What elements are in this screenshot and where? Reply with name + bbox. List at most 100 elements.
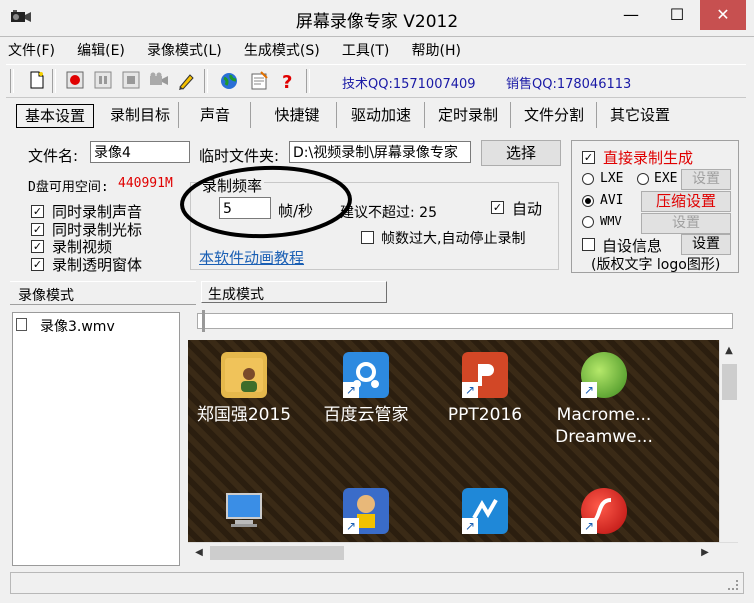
list-item[interactable]: 录像3.wmv bbox=[16, 316, 166, 335]
tech-qq-link[interactable]: 技术QQ:1571007409 bbox=[342, 73, 476, 92]
file-name: 录像3.wmv bbox=[40, 319, 115, 335]
shortcut-arrow-icon: ↗ bbox=[581, 518, 597, 534]
menu-edit[interactable]: 编辑(E) bbox=[77, 40, 125, 62]
record-icon[interactable] bbox=[64, 70, 86, 92]
compress-settings-button[interactable]: 压缩设置 bbox=[641, 191, 731, 212]
checkbox-direct-record[interactable]: ✓ bbox=[582, 151, 595, 164]
exe-settings-button[interactable]: 设置 bbox=[681, 169, 731, 190]
app-blue-icon: ↗ bbox=[462, 488, 508, 534]
checkbox-record-transparent[interactable]: ✓ bbox=[31, 258, 44, 271]
sales-qq-link[interactable]: 销售QQ:178046113 bbox=[506, 73, 631, 92]
minimize-button[interactable]: — bbox=[608, 0, 654, 30]
menu-file[interactable]: 文件(F) bbox=[8, 40, 55, 62]
filename-input[interactable]: 录像4 bbox=[90, 141, 190, 163]
generate-mode-tab[interactable]: 生成模式 bbox=[201, 281, 387, 303]
checkbox-record-sound[interactable]: ✓ bbox=[31, 205, 44, 218]
wmv-settings-button[interactable]: 设置 bbox=[641, 213, 731, 234]
recording-file-list[interactable]: 录像3.wmv bbox=[12, 312, 180, 566]
tab-file-split[interactable]: 文件分割 bbox=[512, 102, 597, 128]
filename-label: 文件名: bbox=[28, 147, 79, 165]
tab-other-settings[interactable]: 其它设置 bbox=[598, 102, 682, 128]
desktop-icon-avatar[interactable]: ↗ bbox=[306, 488, 426, 540]
menu-record-mode[interactable]: 录像模式(L) bbox=[147, 40, 222, 62]
menu-generate-mode[interactable]: 生成模式(S) bbox=[244, 40, 320, 62]
direct-record-label: 直接录制生成 bbox=[603, 149, 694, 167]
toolbar-separator bbox=[204, 69, 208, 93]
powerpoint-icon: ↗ bbox=[462, 352, 508, 398]
checkbox-auto-fps[interactable]: ✓ bbox=[491, 201, 504, 214]
tab-scheduled-record[interactable]: 定时录制 bbox=[426, 102, 511, 128]
desktop-icon-flash[interactable]: ↗ bbox=[544, 488, 664, 540]
custom-info-settings-button[interactable]: 设置 bbox=[681, 234, 731, 255]
disk-space-value: 440991M bbox=[118, 176, 173, 191]
record-mode-label: 录像模式 bbox=[18, 288, 74, 304]
avatar-shield-icon: ↗ bbox=[343, 488, 389, 534]
checkbox-record-cursor[interactable]: ✓ bbox=[31, 223, 44, 236]
checkbox-custom-info[interactable] bbox=[582, 238, 595, 251]
close-button[interactable]: ✕ bbox=[700, 0, 746, 30]
desktop-icon-blue-app[interactable]: ↗ bbox=[425, 488, 545, 540]
desktop-icon-user-folder[interactable]: 郑国强2015 bbox=[188, 352, 304, 426]
lxe-label: LXE bbox=[600, 171, 624, 186]
pause-icon[interactable] bbox=[92, 70, 114, 92]
stop-icon[interactable] bbox=[120, 70, 142, 92]
tab-sound[interactable]: 声音 bbox=[180, 102, 251, 128]
tab-basic-settings[interactable]: 基本设置 bbox=[16, 104, 94, 128]
scroll-left-icon[interactable]: ◀ bbox=[190, 544, 208, 562]
new-file-icon[interactable] bbox=[26, 70, 48, 92]
shortcut-arrow-icon: ↗ bbox=[462, 382, 478, 398]
preview-vertical-scrollbar[interactable]: ▲ bbox=[719, 340, 739, 542]
maximize-button[interactable]: ☐ bbox=[654, 0, 700, 30]
camera-icon[interactable] bbox=[148, 70, 170, 92]
exe-label: EXE bbox=[654, 171, 678, 186]
checkbox-auto-stop[interactable] bbox=[361, 231, 374, 244]
tab-driver-accel[interactable]: 驱动加速 bbox=[338, 102, 425, 128]
scroll-right-icon[interactable]: ▶ bbox=[696, 544, 714, 562]
pencil-icon[interactable] bbox=[176, 70, 198, 92]
screen-preview: 郑国强2015 ↗ 百度云管家 ↗ PPT2016 ↗ Macrome... D… bbox=[188, 340, 719, 542]
radio-avi[interactable] bbox=[582, 195, 594, 207]
wmv-label: WMV bbox=[600, 214, 622, 228]
avi-label: AVI bbox=[600, 193, 624, 208]
radio-wmv[interactable] bbox=[582, 216, 594, 228]
scroll-up-icon[interactable]: ▲ bbox=[720, 342, 738, 360]
desktop-icon-computer[interactable] bbox=[188, 488, 304, 540]
shortcut-arrow-icon: ↗ bbox=[581, 382, 597, 398]
record-mode-tab[interactable]: 录像模式 bbox=[10, 281, 196, 305]
auto-fps-label: 自动 bbox=[512, 200, 543, 218]
menu-bar: 文件(F) 编辑(E) 录像模式(L) 生成模式(S) 工具(T) 帮助(H) bbox=[8, 40, 479, 62]
tutorial-link[interactable]: 本软件动画教程 bbox=[199, 247, 304, 268]
checkbox-record-video[interactable]: ✓ bbox=[31, 240, 44, 253]
custom-info-label: 自设信息 bbox=[602, 237, 663, 255]
status-bar bbox=[10, 572, 744, 594]
tempdir-input[interactable]: D:\视频录制\屏幕录像专家 bbox=[289, 141, 471, 163]
globe-icon[interactable] bbox=[218, 70, 240, 92]
tab-record-target[interactable]: 录制目标 bbox=[102, 102, 179, 128]
svg-text:?: ? bbox=[282, 72, 292, 91]
browse-button[interactable]: 选择 bbox=[481, 140, 561, 166]
desktop-icon-ppt[interactable]: ↗ PPT2016 bbox=[425, 352, 545, 426]
desktop-icon-label: 百度云管家 bbox=[323, 405, 409, 425]
desktop-icon-label: PPT2016 bbox=[447, 405, 523, 425]
desktop-icon-dreamweaver[interactable]: ↗ Macrome... Dreamwe... bbox=[544, 352, 664, 448]
preview-slider-handle[interactable] bbox=[202, 310, 205, 332]
notepad-icon[interactable] bbox=[248, 70, 270, 92]
desktop-icon-baidu-cloud[interactable]: ↗ 百度云管家 bbox=[306, 352, 426, 426]
shortcut-arrow-icon: ↗ bbox=[462, 518, 478, 534]
preview-horizontal-scrollbar[interactable]: ◀ ▶ bbox=[188, 542, 738, 563]
flash-icon: ↗ bbox=[581, 488, 627, 534]
menu-help[interactable]: 帮助(H) bbox=[412, 40, 461, 62]
toolbar-separator bbox=[306, 69, 310, 93]
vertical-scroll-thumb[interactable] bbox=[722, 364, 737, 400]
horizontal-scroll-thumb[interactable] bbox=[210, 546, 344, 560]
menu-tools[interactable]: 工具(T) bbox=[342, 40, 389, 62]
computer-icon bbox=[221, 488, 267, 534]
resize-grip-icon[interactable] bbox=[728, 580, 738, 590]
radio-exe[interactable] bbox=[637, 173, 649, 185]
folder-user-icon bbox=[221, 352, 267, 398]
toolbar-separator bbox=[52, 69, 56, 93]
tab-hotkeys[interactable]: 快捷键 bbox=[258, 102, 337, 128]
annotation-ellipse bbox=[180, 165, 352, 239]
help-icon[interactable]: ? bbox=[276, 70, 298, 93]
radio-lxe[interactable] bbox=[582, 173, 594, 185]
